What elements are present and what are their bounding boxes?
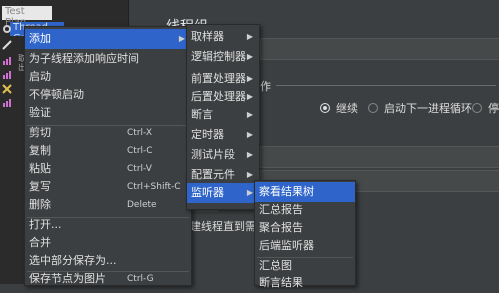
submenu-item-label: 配置元件 [191, 168, 235, 181]
chevron-right-icon: ▶ [178, 34, 185, 43]
listener-item-view-results-tree[interactable]: 察看结果树 [255, 182, 355, 202]
thread-count-field[interactable] [260, 146, 499, 168]
listener-submenu: 察看结果树 汇总报告 聚合报告 后端监听器 汇总图 断言结果 [254, 180, 356, 289]
listener-item-assertion-results[interactable]: 断言结果 [255, 273, 355, 293]
submenu-item-logic-controller[interactable]: 逻辑控制器 ▶ [187, 47, 259, 67]
chart-icon [3, 57, 11, 65]
menu-item-add[interactable]: 添加 ▶ [25, 29, 191, 49]
menu-item-save-selection[interactable]: 选中部分保存为... [25, 251, 191, 271]
radio-next-loop-label: 启动下一进程循环 [384, 102, 472, 115]
listener-item-backend-listener[interactable]: 后端监听器 [255, 236, 355, 256]
context-menu: 添加 ▶ 为子线程添加响应时间 启动 不停顿启动 验证 剪切 Ctrl-X 复制 Ct… [24, 26, 192, 286]
menu-item-open[interactable]: 打开... [25, 215, 191, 235]
listener-item-label: 聚合报告 [259, 221, 303, 234]
menu-item-label: 复制 [29, 144, 51, 157]
submenu-item-label: 定时器 [191, 128, 224, 141]
radio-stop-indicator[interactable] [472, 103, 482, 113]
submenu-item-post-processor[interactable]: 后置处理器 ▶ [187, 87, 259, 107]
submenu-item-sampler[interactable]: 取样器 ▶ [187, 27, 259, 47]
listener-item-summary-report[interactable]: 汇总报告 [255, 200, 355, 220]
radio-continue[interactable]: 继续 [320, 100, 358, 116]
submenu-item-pre-processor[interactable]: 前置处理器 ▶ [187, 69, 259, 89]
radio-next-loop[interactable]: 启动下一进程循环 [368, 100, 472, 116]
chevron-right-icon: ▶ [246, 130, 253, 139]
menu-item-label: 选中部分保存为... [29, 254, 117, 267]
menu-item-label: 粘贴 [29, 162, 51, 175]
submenu-item-timer[interactable]: 定时器 ▶ [187, 125, 259, 145]
submenu-item-label: 前置处理器 [191, 72, 246, 85]
submenu-item-label: 测试片段 [191, 148, 235, 161]
menu-item-start-no-pauses[interactable]: 不停顿启动 [25, 85, 191, 105]
menu-item-label: 验证 [29, 106, 51, 119]
menu-item-validate[interactable]: 验证 [25, 103, 191, 123]
chevron-right-icon: ▶ [246, 188, 253, 197]
listener-item-label: 汇总报告 [259, 203, 303, 216]
chart-icon [3, 71, 11, 79]
submenu-item-label: 断言 [191, 108, 213, 121]
chevron-right-icon: ▶ [246, 92, 253, 101]
name-field[interactable] [260, 38, 499, 60]
submenu-item-test-fragment[interactable]: 测试片段 ▶ [187, 145, 259, 165]
menu-item-start[interactable]: 启动 [25, 67, 191, 87]
menu-item-shortcut: Delete [127, 200, 157, 210]
menu-item-cut[interactable]: 剪切 Ctrl-X [25, 123, 191, 143]
menu-item-label: 合并 [29, 236, 51, 249]
add-submenu: 取样器 ▶ 逻辑控制器 ▶ 前置处理器 ▶ 后置处理器 ▶ 断言 ▶ 定时器 ▶ 测试片段 ▶… [186, 24, 260, 210]
chevron-right-icon: ▶ [246, 150, 253, 159]
gear-icon [3, 25, 11, 33]
submenu-item-label: 逻辑控制器 [191, 50, 246, 63]
chevron-right-icon: ▶ [246, 52, 253, 61]
menu-item-label: 删除 [29, 198, 51, 211]
submenu-item-listener[interactable]: 监听器 ▶ [187, 183, 259, 203]
radio-continue-indicator[interactable] [320, 103, 330, 113]
listener-item-label: 察看结果树 [259, 185, 314, 198]
chevron-right-icon: ▶ [246, 74, 253, 83]
radio-next-loop-indicator[interactable] [368, 103, 378, 113]
submenu-item-label: 监听器 [191, 186, 224, 199]
action-label: 作 [260, 80, 271, 93]
radio-continue-label: 继续 [336, 102, 358, 115]
menu-item-label: 为子线程添加响应时间 [29, 52, 139, 65]
chart-icon [3, 99, 11, 107]
menu-item-label: 启动 [29, 70, 51, 83]
menu-item-shortcut: Ctrl-X [127, 128, 152, 138]
menu-item-label: 复写 [29, 180, 51, 193]
menu-item-add-label: 添加 [29, 32, 51, 45]
chevron-right-icon: ▶ [246, 170, 253, 179]
menu-item-label: 剪切 [29, 126, 51, 139]
menu-item-label: 保存节点为图片 [29, 272, 106, 285]
submenu-item-label: 后置处理器 [191, 90, 246, 103]
scissors-icon [2, 84, 12, 94]
submenu-item-assertion[interactable]: 断言 ▶ [187, 105, 259, 125]
menu-item-shortcut: Ctrl-V [127, 164, 152, 174]
pencil-icon [2, 40, 12, 50]
menu-item-label: 不停顿启动 [29, 88, 84, 101]
menu-item-shortcut: Ctrl-G [127, 274, 154, 284]
radio-stop[interactable]: 停 [472, 100, 499, 116]
menu-item-copy[interactable]: 复制 Ctrl-C [25, 141, 191, 161]
listener-item-label: 汇总图 [259, 259, 292, 272]
menu-item-shortcut: Ctrl+Shift-C [127, 182, 181, 192]
chevron-right-icon: ▶ [246, 110, 253, 119]
menu-item-label: 打开... [29, 218, 62, 231]
radio-stop-label: 停 [488, 102, 499, 115]
listener-item-aggregate-report[interactable]: 聚合报告 [255, 218, 355, 238]
chevron-right-icon: ▶ [246, 32, 253, 41]
menu-item-merge[interactable]: 合并 [25, 233, 191, 253]
tree-node-test-plan[interactable]: Test Plan [2, 6, 52, 28]
menu-item-duplicate[interactable]: 复写 Ctrl+Shift-C [25, 177, 191, 197]
menu-item-shortcut: Ctrl-C [127, 146, 153, 156]
menu-item-add-response-time[interactable]: 为子线程添加响应时间 [25, 49, 191, 69]
delay-creation-label: 建线程直到需 [190, 220, 256, 233]
group-border [276, 85, 496, 86]
listener-item-label: 后端监听器 [259, 239, 314, 252]
submenu-item-config-element[interactable]: 配置元件 ▶ [187, 165, 259, 185]
submenu-item-label: 取样器 [191, 30, 224, 43]
listener-item-label: 断言结果 [259, 276, 303, 289]
menu-item-save-node-image[interactable]: 保存节点为图片 Ctrl-G [25, 269, 191, 289]
menu-item-delete[interactable]: 删除 Delete [25, 195, 191, 215]
menu-item-paste[interactable]: 粘贴 Ctrl-V [25, 159, 191, 179]
